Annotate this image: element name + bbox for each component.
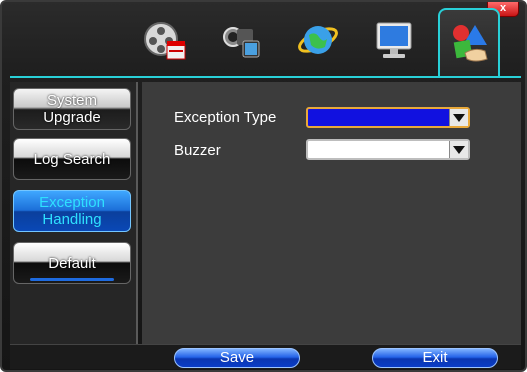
tools-shapes-icon (453, 25, 488, 62)
active-underline (30, 278, 114, 281)
exception-handling-window: x System Upgrade Log Search Exception Ha… (0, 0, 527, 372)
tab-display[interactable] (366, 12, 422, 68)
settings-panel: Exception Type Buzzer (142, 82, 521, 344)
sidebar-item-log-search[interactable]: Log Search (13, 138, 131, 180)
film-clapper-icon (144, 22, 186, 60)
sidebar-item-label: Log Search (33, 150, 111, 168)
buzzer-label: Buzzer (174, 142, 221, 159)
chevron-down-icon[interactable] (449, 109, 468, 126)
sidebar-item-default[interactable]: Default (13, 242, 131, 284)
sidebar: System Upgrade Log Search Exception Hand… (10, 82, 138, 344)
exception-type-label: Exception Type (174, 109, 277, 126)
sidebar-item-exception-handling[interactable]: Exception Handling (13, 190, 131, 232)
exception-type-select[interactable] (306, 107, 470, 128)
video-camera-icon (223, 27, 260, 58)
tab-record[interactable] (136, 12, 192, 68)
chevron-down-icon[interactable] (449, 141, 468, 158)
tab-underline (10, 76, 521, 78)
monitor-icon (376, 22, 412, 58)
sidebar-item-label: Default (48, 254, 96, 272)
buzzer-select[interactable] (306, 139, 470, 160)
globe-network-icon (298, 26, 338, 54)
tab-advanced[interactable] (438, 8, 500, 76)
sidebar-item-system-upgrade[interactable]: System Upgrade (13, 88, 131, 130)
tab-camera[interactable] (214, 12, 270, 68)
save-button[interactable]: Save (174, 348, 300, 368)
sidebar-item-label: Exception Handling (39, 194, 105, 228)
tab-network[interactable] (290, 12, 346, 68)
sidebar-item-label: System Upgrade (43, 92, 101, 126)
exit-button[interactable]: Exit (372, 348, 498, 368)
